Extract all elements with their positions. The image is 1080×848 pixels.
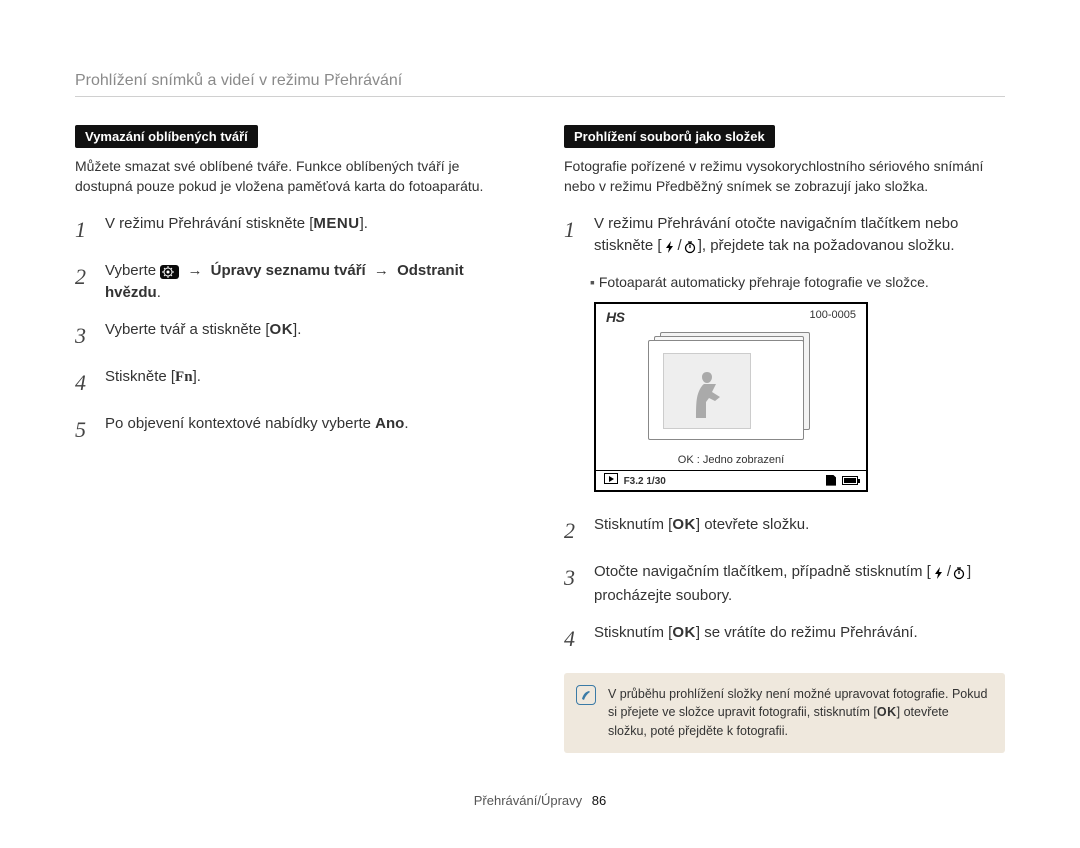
ok-label: OK — [672, 624, 696, 641]
ok-label: OK — [672, 516, 696, 533]
text: . — [404, 415, 408, 432]
text: ] se vrátíte do režimu Přehrávání. — [696, 624, 918, 641]
text: ]. — [360, 215, 368, 232]
flash-icon — [663, 237, 677, 260]
sd-card-icon — [826, 475, 836, 486]
battery-icon — [842, 476, 858, 485]
folder-stack-icon — [648, 332, 818, 442]
ok-label: OK — [877, 705, 897, 719]
lcd-caption: OK : Jedno zobrazení — [596, 454, 866, 466]
right-steps-cont: 2 Stisknutím [OK] otevřete složku. 3 Oto… — [564, 514, 1005, 655]
play-icon — [604, 473, 618, 484]
text: Vyberte — [105, 262, 160, 279]
step-number: 3 — [75, 319, 93, 352]
page-number: 86 — [592, 793, 606, 808]
right-step-2: 2 Stisknutím [OK] otevřete složku. — [564, 514, 1005, 547]
text: Vyberte tvář a stiskněte [ — [105, 321, 270, 338]
text: Otočte navigačním tlačítkem, případně st… — [594, 563, 931, 580]
step-number: 2 — [564, 514, 582, 547]
bullet-text: Fotoaparát automaticky přehraje fotograf… — [590, 274, 1005, 290]
page-footer: Přehrávání/Úpravy 86 — [75, 793, 1005, 808]
fn-label: Fn — [175, 369, 193, 385]
left-intro: Můžete smazat své oblíbené tváře. Funkce… — [75, 156, 516, 197]
right-section-badge: Prohlížení souborů jako složek — [564, 125, 775, 148]
arrow: → — [370, 262, 393, 279]
left-step-3: 3 Vyberte tvář a stiskněte [OK]. — [75, 319, 516, 352]
text: ]. — [193, 368, 201, 385]
lcd-screen-illustration: HS 100-0005 OK : Jedno zobrazení — [594, 302, 868, 492]
step-number: 4 — [75, 366, 93, 399]
step-number: 5 — [75, 413, 93, 446]
settings-chip-icon — [160, 265, 179, 279]
right-column: Prohlížení souborů jako složek Fotografi… — [564, 125, 1005, 753]
left-step-5: 5 Po objevení kontextové nabídky vyberte… — [75, 413, 516, 446]
left-step-2: 2 Vyberte → Úpravy seznamu tváří → Odstr… — [75, 260, 516, 305]
lcd-file-number: 100-0005 — [810, 309, 857, 325]
timer-icon — [952, 563, 966, 586]
text: ], přejdete tak na požadovanou složku. — [698, 237, 955, 254]
note-box: V průběhu prohlížení složky není možné u… — [564, 673, 1005, 753]
step-number: 1 — [564, 213, 582, 260]
left-step-1: 1 V režimu Přehrávání stiskněte [MENU]. — [75, 213, 516, 246]
footer-section: Přehrávání/Úpravy — [474, 793, 582, 808]
left-steps: 1 V režimu Přehrávání stiskněte [MENU]. … — [75, 213, 516, 446]
page-title: Prohlížení snímků a videí v režimu Přehr… — [75, 72, 1005, 97]
menu-label: MENU — [313, 215, 359, 232]
step-number: 4 — [564, 622, 582, 655]
step-number: 2 — [75, 260, 93, 305]
left-column: Vymazání oblíbených tváří Můžete smazat … — [75, 125, 516, 753]
left-section-badge: Vymazání oblíbených tváří — [75, 125, 258, 148]
right-step-3: 3 Otočte navigačním tlačítkem, případně … — [564, 561, 1005, 608]
right-intro: Fotografie pořízené v režimu vysokorychl… — [564, 156, 1005, 197]
text: V režimu Přehrávání stiskněte [ — [105, 215, 313, 232]
person-silhouette-icon — [682, 362, 732, 426]
arrow: → — [183, 262, 206, 279]
bold-text: Úpravy seznamu tváří — [211, 262, 366, 279]
text: Stiskněte [ — [105, 368, 175, 385]
right-step-4: 4 Stisknutím [OK] se vrátíte do režimu P… — [564, 622, 1005, 655]
lcd-exposure: F3.2 1/30 — [624, 476, 666, 487]
timer-icon — [683, 237, 697, 260]
step-number: 3 — [564, 561, 582, 608]
step-number: 1 — [75, 213, 93, 246]
text: Stisknutím [ — [594, 516, 672, 533]
ok-label: OK — [270, 321, 294, 338]
text: Stisknutím [ — [594, 624, 672, 641]
lcd-mode-label: HS — [606, 309, 624, 325]
text: . — [157, 284, 161, 301]
flash-icon — [932, 563, 946, 586]
text: Po objevení kontextové nabídky vyberte — [105, 415, 375, 432]
text: ] otevřete složku. — [696, 516, 809, 533]
bold-text: Ano — [375, 415, 404, 432]
right-step-1: 1 V režimu Přehrávání otočte navigačním … — [564, 213, 1005, 260]
note-info-icon — [576, 685, 596, 705]
text: ]. — [293, 321, 301, 338]
right-steps: 1 V režimu Přehrávání otočte navigačním … — [564, 213, 1005, 260]
left-step-4: 4 Stiskněte [Fn]. — [75, 366, 516, 399]
